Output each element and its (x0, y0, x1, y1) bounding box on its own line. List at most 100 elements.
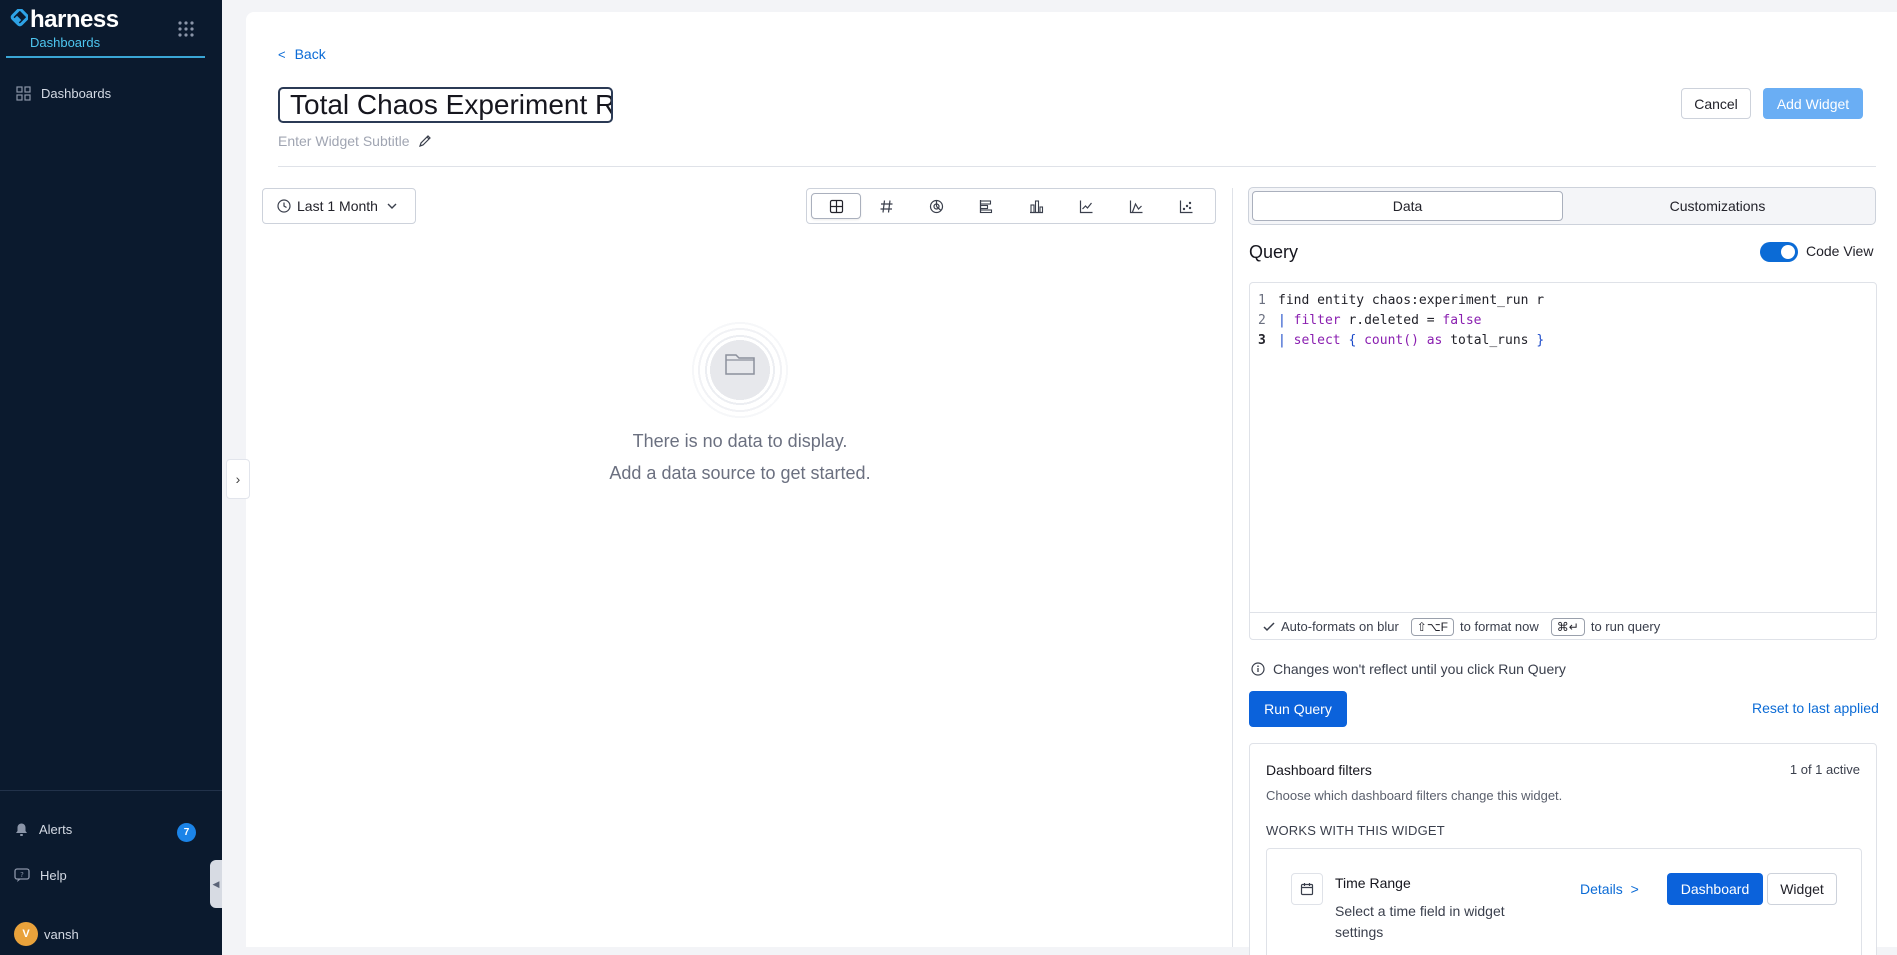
filters-description: Choose which dashboard filters change th… (1266, 788, 1563, 803)
code-keyword: select (1293, 333, 1341, 348)
brand[interactable]: harness (6, 6, 119, 34)
avatar: V (14, 922, 38, 946)
sidebar: harness Dashboards Dashboards Alerts 7 ?… (0, 0, 222, 955)
widget-subtitle-field[interactable]: Enter Widget Subtitle (278, 133, 432, 149)
autoformat-text: Auto-formats on blur (1281, 619, 1399, 634)
line-number: 3 (1258, 333, 1266, 348)
code-literal: false (1442, 313, 1482, 328)
info-text: Changes won't reflect until you click Ru… (1273, 661, 1566, 677)
alerts-count-badge: 7 (177, 823, 196, 842)
help-label: Help (40, 868, 67, 883)
chart-type-area[interactable] (1111, 193, 1161, 219)
dashboard-scope-button[interactable]: Dashboard (1667, 873, 1763, 905)
svg-text:?: ? (20, 871, 24, 879)
back-label: Back (294, 46, 326, 62)
query-heading: Query (1249, 242, 1299, 262)
code-pipe: | (1278, 313, 1294, 328)
line-chart-icon (1079, 200, 1092, 213)
alerts-label: Alerts (39, 822, 73, 837)
format-text: to format now (1460, 619, 1539, 634)
pencil-icon (418, 135, 431, 147)
works-with-label: WORKS WITH THIS WIDGET (1266, 823, 1445, 838)
toggle-knob (1781, 245, 1795, 259)
time-range-description: Select a time field in widget settings (1335, 903, 1505, 940)
run-shortcut: ⌘↵ (1550, 617, 1585, 636)
code-line: 2 | filter r.deleted = false (1258, 313, 1482, 328)
run-text: to run query (1590, 619, 1661, 634)
clock-icon (277, 199, 291, 213)
editor-footer: Auto-formats on blur ⇧⌥F to format now ⌘… (1250, 612, 1876, 640)
info-icon (1251, 662, 1265, 676)
chart-type-line[interactable] (1061, 193, 1111, 219)
table-icon (829, 199, 843, 213)
code-keyword: filter (1293, 313, 1341, 328)
chart-type-bar-vertical[interactable] (1011, 193, 1061, 219)
code-brace: { (1348, 333, 1357, 348)
editor-tabs: Data Customizations (1248, 187, 1876, 225)
time-range-title: Time Range (1335, 875, 1411, 891)
expand-chevron-icon[interactable]: › (226, 459, 250, 499)
code-text: total_runs (1450, 333, 1529, 348)
details-label: Details (1580, 881, 1623, 897)
chart-type-pie[interactable] (911, 193, 961, 219)
chevron-down-icon (387, 203, 397, 209)
harness-logo-icon (10, 9, 28, 27)
panel-divider (1232, 188, 1233, 947)
user-profile[interactable]: V vansh (14, 922, 79, 946)
scatter-chart-icon (1179, 200, 1192, 213)
cancel-button[interactable]: Cancel (1681, 88, 1751, 119)
header-divider (278, 166, 1876, 167)
chart-type-number[interactable] (861, 193, 911, 219)
run-query-button[interactable]: Run Query (1249, 691, 1347, 727)
area-chart-icon (1129, 200, 1142, 213)
back-link[interactable]: < Back (278, 46, 326, 62)
checkmark-icon (1263, 621, 1275, 631)
query-editor[interactable]: 1 find entity chaos:experiment_run r 2 |… (1249, 282, 1877, 640)
code-text: r.deleted = (1340, 313, 1443, 328)
vertical-bar-icon (1029, 199, 1043, 213)
code-text: find entity chaos:experiment_run r (1278, 293, 1545, 308)
filters-count: 1 of 1 active (1789, 762, 1860, 777)
sidebar-item-dashboards[interactable]: Dashboards (16, 86, 111, 101)
widget-title-input[interactable]: Total Chaos Experiment Runs (278, 87, 613, 123)
reset-to-last-applied-link[interactable]: Reset to last applied (1752, 700, 1879, 716)
code-line: 1 find entity chaos:experiment_run r (1258, 293, 1544, 308)
module-name: Dashboards (30, 35, 101, 50)
sidebar-divider (0, 790, 222, 791)
help-chat-icon: ? (14, 868, 30, 882)
bell-icon (16, 823, 27, 836)
chart-type-selector (806, 188, 1216, 224)
sidebar-item-alerts[interactable]: Alerts (14, 822, 72, 837)
code-pipe: | (1278, 333, 1294, 348)
module-underline (6, 56, 205, 58)
horizontal-bar-icon (979, 199, 992, 213)
empty-state-title: There is no data to display. (632, 431, 848, 451)
code-line: 3 | select { count() as total_runs } (1258, 333, 1544, 348)
time-range-select[interactable]: Last 1 Month (262, 188, 416, 224)
dashboard-filters-card: Dashboard filters 1 of 1 active Choose w… (1249, 743, 1877, 955)
calendar-icon (1291, 873, 1323, 905)
tab-data[interactable]: Data (1252, 191, 1563, 221)
format-shortcut: ⇧⌥F (1410, 617, 1454, 636)
sidebar-item-help[interactable]: ? Help (14, 868, 67, 883)
folder-icon (725, 354, 755, 375)
code-view-label: Code View (1806, 243, 1874, 259)
code-view-toggle[interactable] (1760, 242, 1798, 262)
empty-state-hint: Add a data source to get started. (609, 463, 871, 483)
chevron-left-icon: < (278, 46, 286, 62)
filters-title: Dashboard filters (1266, 762, 1372, 778)
app-grid-icon[interactable] (177, 20, 195, 38)
chart-type-table[interactable] (811, 193, 861, 219)
chart-type-bar-horizontal[interactable] (961, 193, 1011, 219)
info-message: Changes won't reflect until you click Ru… (1251, 661, 1566, 677)
code-keyword: as (1426, 333, 1443, 348)
time-range-filter: Time Range Select a time field in widget… (1266, 848, 1862, 955)
sidebar-collapse-handle[interactable]: ◀ (210, 860, 222, 908)
widget-scope-button[interactable]: Widget (1767, 873, 1837, 905)
line-number: 1 (1258, 293, 1266, 308)
tab-customizations[interactable]: Customizations (1563, 191, 1872, 221)
details-link[interactable]: Details > (1580, 881, 1639, 897)
chevron-right-icon: > (1626, 881, 1639, 897)
chart-type-scatter[interactable] (1161, 193, 1211, 219)
add-widget-button[interactable]: Add Widget (1763, 88, 1863, 119)
